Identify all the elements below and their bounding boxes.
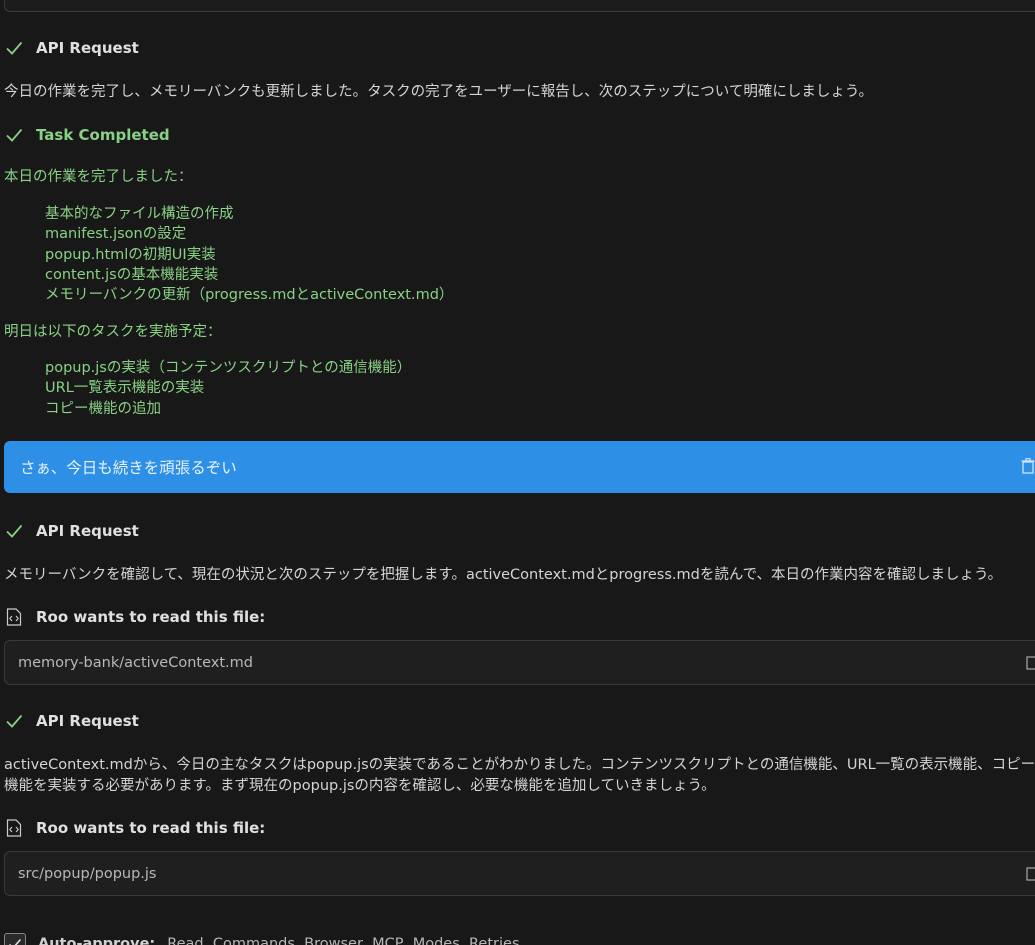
check-icon [4, 125, 24, 145]
file-path: src/popup/popup.js [18, 865, 157, 882]
open-file-icon[interactable] [1026, 866, 1035, 881]
check-icon [4, 38, 24, 58]
open-file-icon[interactable] [1026, 655, 1035, 670]
api-request-header-1[interactable]: API Request [4, 36, 139, 60]
task-completed-header: Task Completed [4, 123, 170, 147]
file-path-box[interactable]: memory-bank/activeContext.md [4, 640, 1035, 685]
read-file-label: Roo wants to read this file: [36, 819, 266, 837]
user-message-text: さぁ、今日も続きを頑張るぞい [20, 459, 237, 477]
list-item: URL一覧表示機能の実装 [45, 380, 205, 397]
list-item: manifest.jsonの設定 [45, 226, 187, 243]
previous-message-box [4, 0, 1035, 12]
list-item: コピー機能の追加 [45, 400, 161, 417]
next-task-list: popup.jsの実装（コンテンツスクリプトとの通信機能） URL一覧表示機能の… [45, 358, 411, 419]
file-path: memory-bank/activeContext.md [18, 654, 253, 671]
trash-icon[interactable] [1021, 458, 1035, 474]
read-file-label: Roo wants to read this file: [36, 608, 266, 626]
api-request-header-2[interactable]: API Request [4, 519, 139, 543]
file-code-icon [4, 607, 24, 627]
check-icon [4, 521, 24, 541]
list-item: メモリーバンクの更新（progress.mdとactiveContext.md） [45, 287, 454, 304]
user-message-bubble[interactable]: さぁ、今日も続きを頑張るぞい [4, 441, 1035, 493]
api-request-label: API Request [36, 522, 139, 540]
task-completed-label: Task Completed [36, 126, 170, 144]
auto-approve-bar[interactable]: Auto-approve: Read, Commands, Browser, M… [4, 933, 520, 945]
assistant-text-3: activeContext.mdから、今日の主なタスクはpopup.jsの実装で… [4, 757, 1035, 794]
list-item: popup.htmlの初期UI実装 [45, 246, 216, 263]
next-tasks-intro: 明日は以下のタスクを実施予定： [4, 324, 222, 340]
completed-task-list: 基本的なファイル構造の作成 manifest.jsonの設定 popup.htm… [45, 204, 453, 305]
auto-approve-checkbox[interactable] [4, 933, 26, 945]
api-request-label: API Request [36, 712, 139, 730]
auto-approve-items: Read, Commands, Browser, MCP, Modes, Ret… [167, 936, 520, 945]
list-item: 基本的なファイル構造の作成 [45, 206, 234, 222]
task-summary-intro: 本日の作業を完了しました： [4, 169, 193, 185]
assistant-text-2: メモリーバンクを確認して、現在の状況と次のステップを把握します。activeCo… [4, 567, 1003, 583]
read-file-header-1: Roo wants to read this file: [4, 605, 265, 629]
list-item: popup.jsの実装（コンテンツスクリプトとの通信機能） [45, 360, 412, 376]
list-item: content.jsの基本機能実装 [45, 266, 219, 283]
api-request-label: API Request [36, 39, 139, 57]
read-file-header-2: Roo wants to read this file: [4, 816, 265, 840]
chat-panel: API Request 今日の作業を完了し、メモリーバンクも更新しました。タスク… [0, 0, 1035, 945]
file-code-icon [4, 818, 24, 838]
check-icon [4, 711, 24, 731]
api-request-header-3[interactable]: API Request [4, 709, 139, 733]
file-path-box[interactable]: src/popup/popup.js [4, 851, 1035, 896]
auto-approve-label: Auto-approve: [38, 936, 156, 945]
assistant-text-1: 今日の作業を完了し、メモリーバンクも更新しました。タスクの完了をユーザーに報告し… [4, 84, 873, 100]
